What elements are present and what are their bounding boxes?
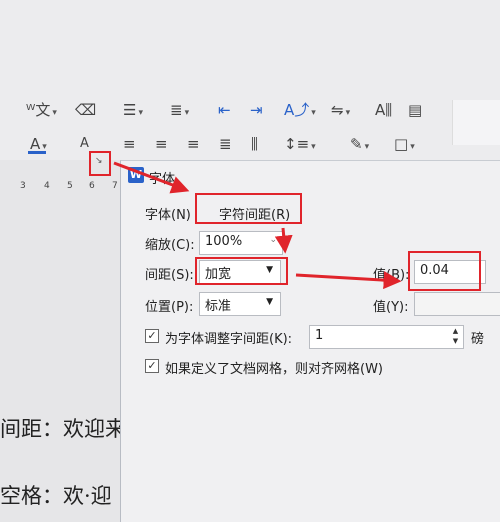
arrow-to-spacing — [274, 227, 293, 254]
arrow-to-value — [295, 271, 402, 290]
annotation-arrows — [113, 161, 402, 290]
arrow-to-tab — [113, 161, 190, 194]
